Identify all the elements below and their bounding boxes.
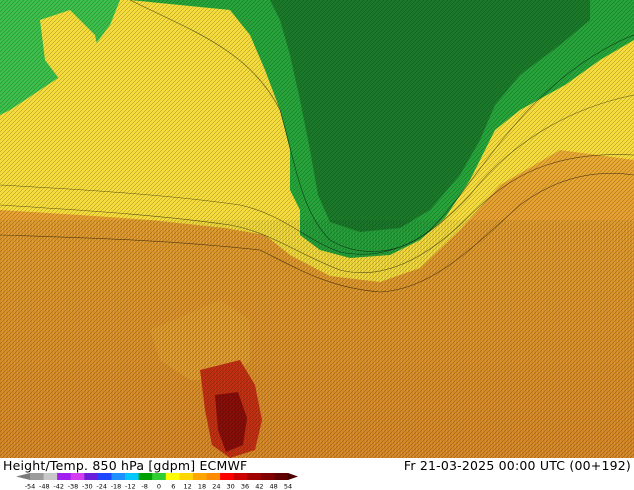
colorbar-tick-label: 48 xyxy=(270,483,278,490)
colorbar-swatch xyxy=(165,473,180,480)
colorbar-swatch xyxy=(206,473,221,480)
map-footer: Height/Temp. 850 hPa [gdpm] ECMWF Fr 21-… xyxy=(0,458,634,490)
colorbar-tick-label: 24 xyxy=(212,483,220,490)
colorbar-swatch xyxy=(57,473,72,480)
colorbar-tick-label: 30 xyxy=(227,483,235,490)
map-timestamp: Fr 21-03-2025 00:00 UTC (00+192) xyxy=(403,458,631,473)
colorbar-tick-label: 6 xyxy=(171,483,175,490)
colorbar-swatch xyxy=(247,473,262,480)
colorbar-swatch xyxy=(220,473,235,480)
colorbar-swatch xyxy=(233,473,248,480)
colorbar-tick-label: -54 xyxy=(25,483,36,490)
colorbar-tick-label: -30 xyxy=(82,483,93,490)
colorbar-swatch xyxy=(84,473,99,480)
colorbar-swatch xyxy=(30,473,45,480)
colorbar-tick-label: -42 xyxy=(53,483,64,490)
colorbar-swatch xyxy=(70,473,85,480)
colorbar-tick-label: 36 xyxy=(241,483,249,490)
colorbar-swatch xyxy=(192,473,208,480)
colorbar-tick-label: 18 xyxy=(198,483,206,490)
colorbar-swatch xyxy=(179,473,194,480)
colorbar-swatch xyxy=(111,473,126,480)
colorbar-swatch xyxy=(274,473,289,480)
colorbar-left-arrow xyxy=(16,473,30,480)
colorbar-swatch xyxy=(152,473,167,480)
color-scale-legend: -54 -48 -42 -38 -30 -24 -18 -12 -8 0 6 12 18 24 30 36 42… xyxy=(16,473,298,490)
colorbar-tick-label: 0 xyxy=(157,483,161,490)
colorbar-tick-label: -38 xyxy=(68,483,79,490)
colorbar-swatch xyxy=(125,473,140,480)
colorbar-tick-label: -8 xyxy=(141,483,147,490)
colorbar-right-arrow xyxy=(288,473,298,480)
wind-barb-texture xyxy=(0,220,634,458)
colorbar-tick-label: -18 xyxy=(111,483,122,490)
temperature-map xyxy=(0,0,634,458)
colorbar-tick-label: 42 xyxy=(255,483,263,490)
colorbar-swatch xyxy=(260,473,275,480)
colorbar-tick-label: -48 xyxy=(39,483,50,490)
colorbar-swatch xyxy=(138,473,153,480)
colorbar-tick-label: -24 xyxy=(96,483,107,490)
colorbar-tick-label: 54 xyxy=(284,483,292,490)
colorbar-tick-label: 12 xyxy=(184,483,192,490)
colorbar-swatch xyxy=(43,473,58,480)
colorbar-tick-label: -12 xyxy=(125,483,136,490)
map-title: Height/Temp. 850 hPa [gdpm] ECMWF xyxy=(3,458,248,473)
colorbar-swatch xyxy=(97,473,112,480)
